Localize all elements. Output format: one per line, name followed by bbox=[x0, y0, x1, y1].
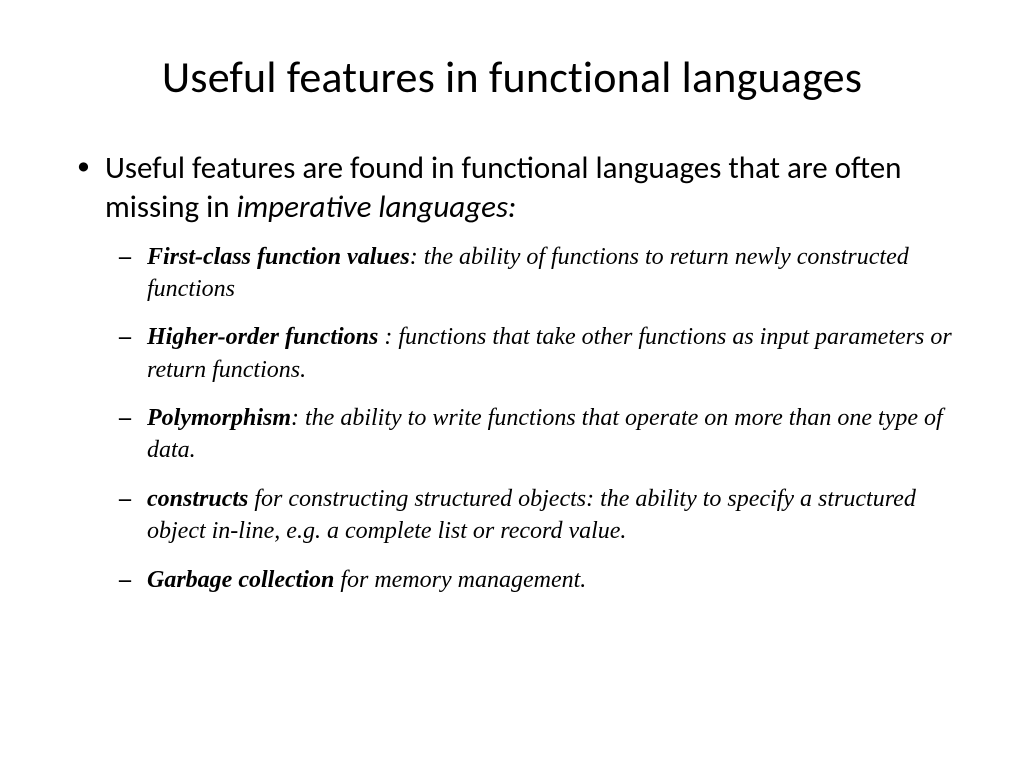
slide-title: Useful features in functional languages bbox=[60, 50, 964, 104]
sub-bullet-list: First-class function values: the ability… bbox=[105, 241, 964, 597]
sub-bullet-item: Polymorphism: the ability to write funct… bbox=[147, 402, 964, 467]
feature-term: First-class function values bbox=[147, 244, 410, 270]
sub-bullet-item: First-class function values: the ability… bbox=[147, 241, 964, 306]
main-bullet-item: Useful features are found in functional … bbox=[105, 149, 964, 596]
sub-bullet-item: Higher-order functions : functions that … bbox=[147, 321, 964, 386]
sub-bullet-item: Garbage collection for memory management… bbox=[147, 564, 964, 596]
feature-term: Garbage collection bbox=[147, 567, 334, 593]
feature-desc: for constructing structured objects: the… bbox=[147, 486, 916, 544]
feature-term: Polymorphism bbox=[147, 405, 291, 431]
feature-term: Higher-order functions bbox=[147, 324, 378, 350]
feature-term: constructs bbox=[147, 486, 248, 512]
sub-bullet-item: constructs for constructing structured o… bbox=[147, 483, 964, 548]
feature-desc: for memory management. bbox=[334, 567, 586, 593]
main-text-italic: imperative languages: bbox=[237, 188, 517, 226]
main-bullet-list: Useful features are found in functional … bbox=[60, 149, 964, 596]
